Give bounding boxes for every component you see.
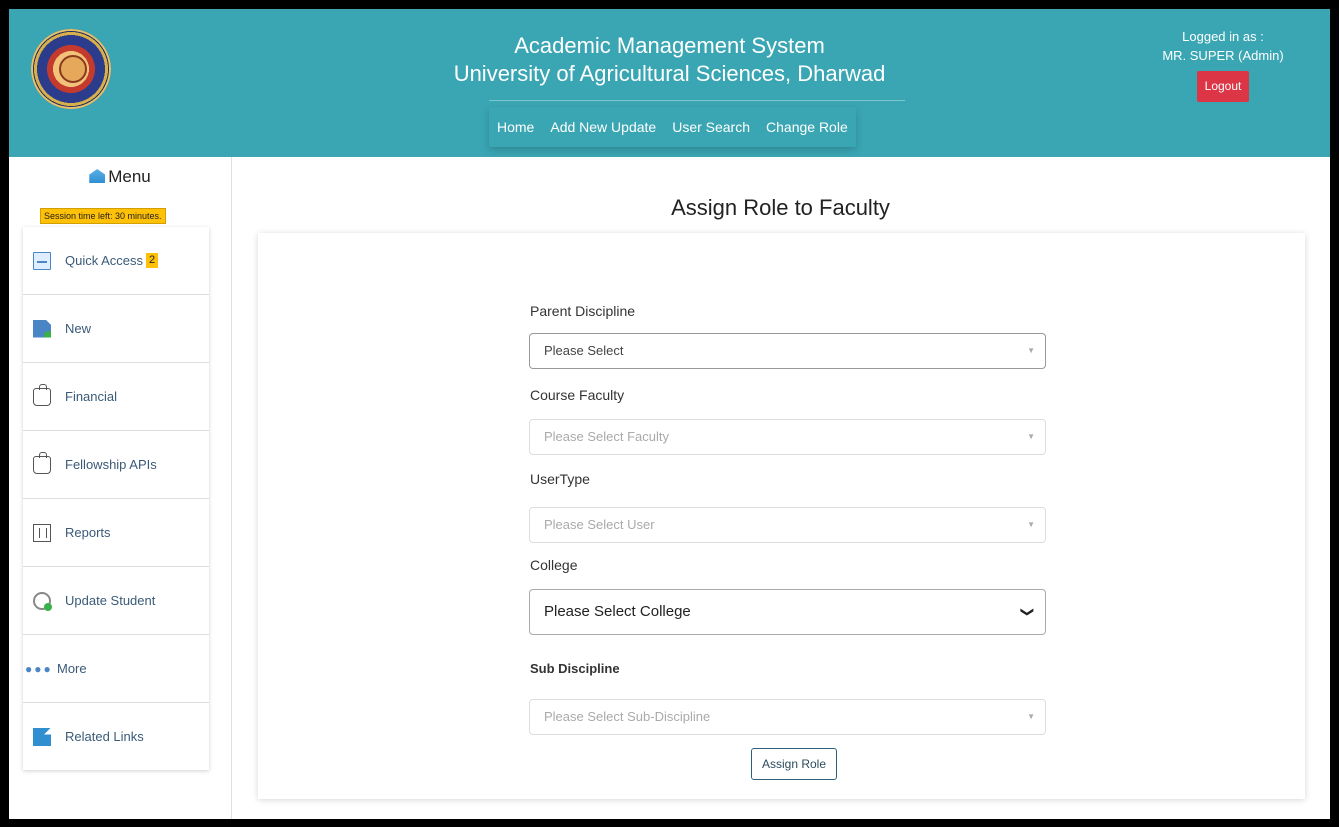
app-title: Academic Management System (514, 33, 825, 58)
nav-home[interactable]: Home (489, 107, 542, 147)
sidebar-item-reports[interactable]: Reports (23, 499, 209, 567)
sidebar-item-label: Financial (65, 389, 118, 404)
college-select[interactable]: Please Select College ❯ (529, 589, 1046, 635)
session-timer: Session time left: 30 minutes. (40, 208, 166, 224)
report-icon (33, 523, 51, 542)
nav-user-search[interactable]: User Search (664, 107, 758, 147)
university-name: University of Agricultural Sciences, Dha… (453, 61, 886, 86)
login-info: Logged in as : MR. SUPER (Admin) Logout (1138, 27, 1308, 102)
dropdown-arrow-icon: ▼ (1027, 712, 1035, 721)
menu-title: Menu (9, 167, 231, 187)
user-type-select[interactable]: Please Select User ▼ (529, 507, 1046, 543)
select-value: Please Select User (544, 517, 655, 532)
dropdown-arrow-icon: ▼ (1027, 520, 1035, 529)
sidebar-item-fellowship-apis[interactable]: Fellowship APIs (23, 431, 209, 499)
logged-in-label: Logged in as : (1182, 29, 1264, 44)
sidebar-item-new[interactable]: New (23, 295, 209, 363)
user-name: MR. SUPER (Admin) (1162, 48, 1284, 63)
nav-change-role[interactable]: Change Role (758, 107, 856, 147)
parent-discipline-label: Parent Discipline (530, 303, 636, 319)
update-icon (33, 591, 52, 611)
money-bag-icon (33, 451, 51, 474)
select-value: Please Select Sub-Discipline (544, 709, 711, 724)
page-title: Assign Role to Faculty (671, 195, 890, 220)
course-faculty-select[interactable]: Please Select Faculty ▼ (529, 419, 1046, 455)
select-value: Please Select Faculty (544, 429, 670, 444)
menu-list: Quick Access 2 New Financial Fellowship … (23, 227, 209, 770)
sidebar-item-related-links[interactable]: Related Links (23, 703, 209, 770)
external-link-icon (33, 727, 51, 746)
title-divider (489, 100, 905, 101)
sidebar-item-update-student[interactable]: Update Student (23, 567, 209, 635)
money-bag-icon (33, 383, 51, 406)
menu-label: Menu (108, 167, 151, 186)
dropdown-arrow-icon: ▼ (1027, 432, 1035, 441)
more-dots-icon: ●●● (25, 661, 53, 676)
home-icon (89, 169, 106, 183)
sub-discipline-select[interactable]: Please Select Sub-Discipline ▼ (529, 699, 1046, 735)
nav-add-new-update[interactable]: Add New Update (542, 107, 664, 147)
sub-discipline-label: Sub Discipline (530, 661, 620, 676)
select-value: Please Select College (544, 603, 691, 620)
sidebar-item-label: Related Links (65, 729, 144, 744)
header: Academic Management System University of… (9, 9, 1330, 157)
quick-access-icon (33, 251, 51, 270)
chevron-down-icon: ❯ (1020, 606, 1036, 618)
user-type-label: UserType (530, 471, 590, 487)
sidebar-item-label: Quick Access (65, 253, 144, 268)
sidebar-item-label: New (65, 321, 92, 336)
sidebar-item-label: Update Student (65, 593, 156, 608)
sidebar: Menu Session time left: 30 minutes. Quic… (9, 157, 232, 819)
select-value: Please Select (544, 343, 624, 358)
logout-button[interactable]: Logout (1196, 71, 1250, 102)
quick-access-badge: 2 (146, 253, 159, 268)
app-frame: Academic Management System University of… (9, 9, 1330, 819)
sidebar-item-label: Reports (65, 525, 111, 540)
parent-discipline-select[interactable]: Please Select ▼ (529, 333, 1046, 369)
top-nav: Home Add New Update User Search Change R… (489, 107, 856, 147)
assign-role-button[interactable]: Assign Role (751, 748, 837, 780)
college-label: College (530, 557, 578, 573)
sidebar-item-quick-access[interactable]: Quick Access 2 (23, 227, 209, 295)
new-document-icon (33, 319, 51, 338)
dropdown-arrow-icon: ▼ (1027, 346, 1035, 355)
sidebar-item-more[interactable]: ●●● More (23, 635, 209, 703)
assign-role-form: Parent Discipline Please Select ▼ Course… (258, 233, 1305, 799)
sidebar-item-label: Fellowship APIs (65, 457, 157, 472)
sidebar-item-label: More (57, 661, 87, 676)
sidebar-item-financial[interactable]: Financial (23, 363, 209, 431)
course-faculty-label: Course Faculty (530, 387, 625, 403)
